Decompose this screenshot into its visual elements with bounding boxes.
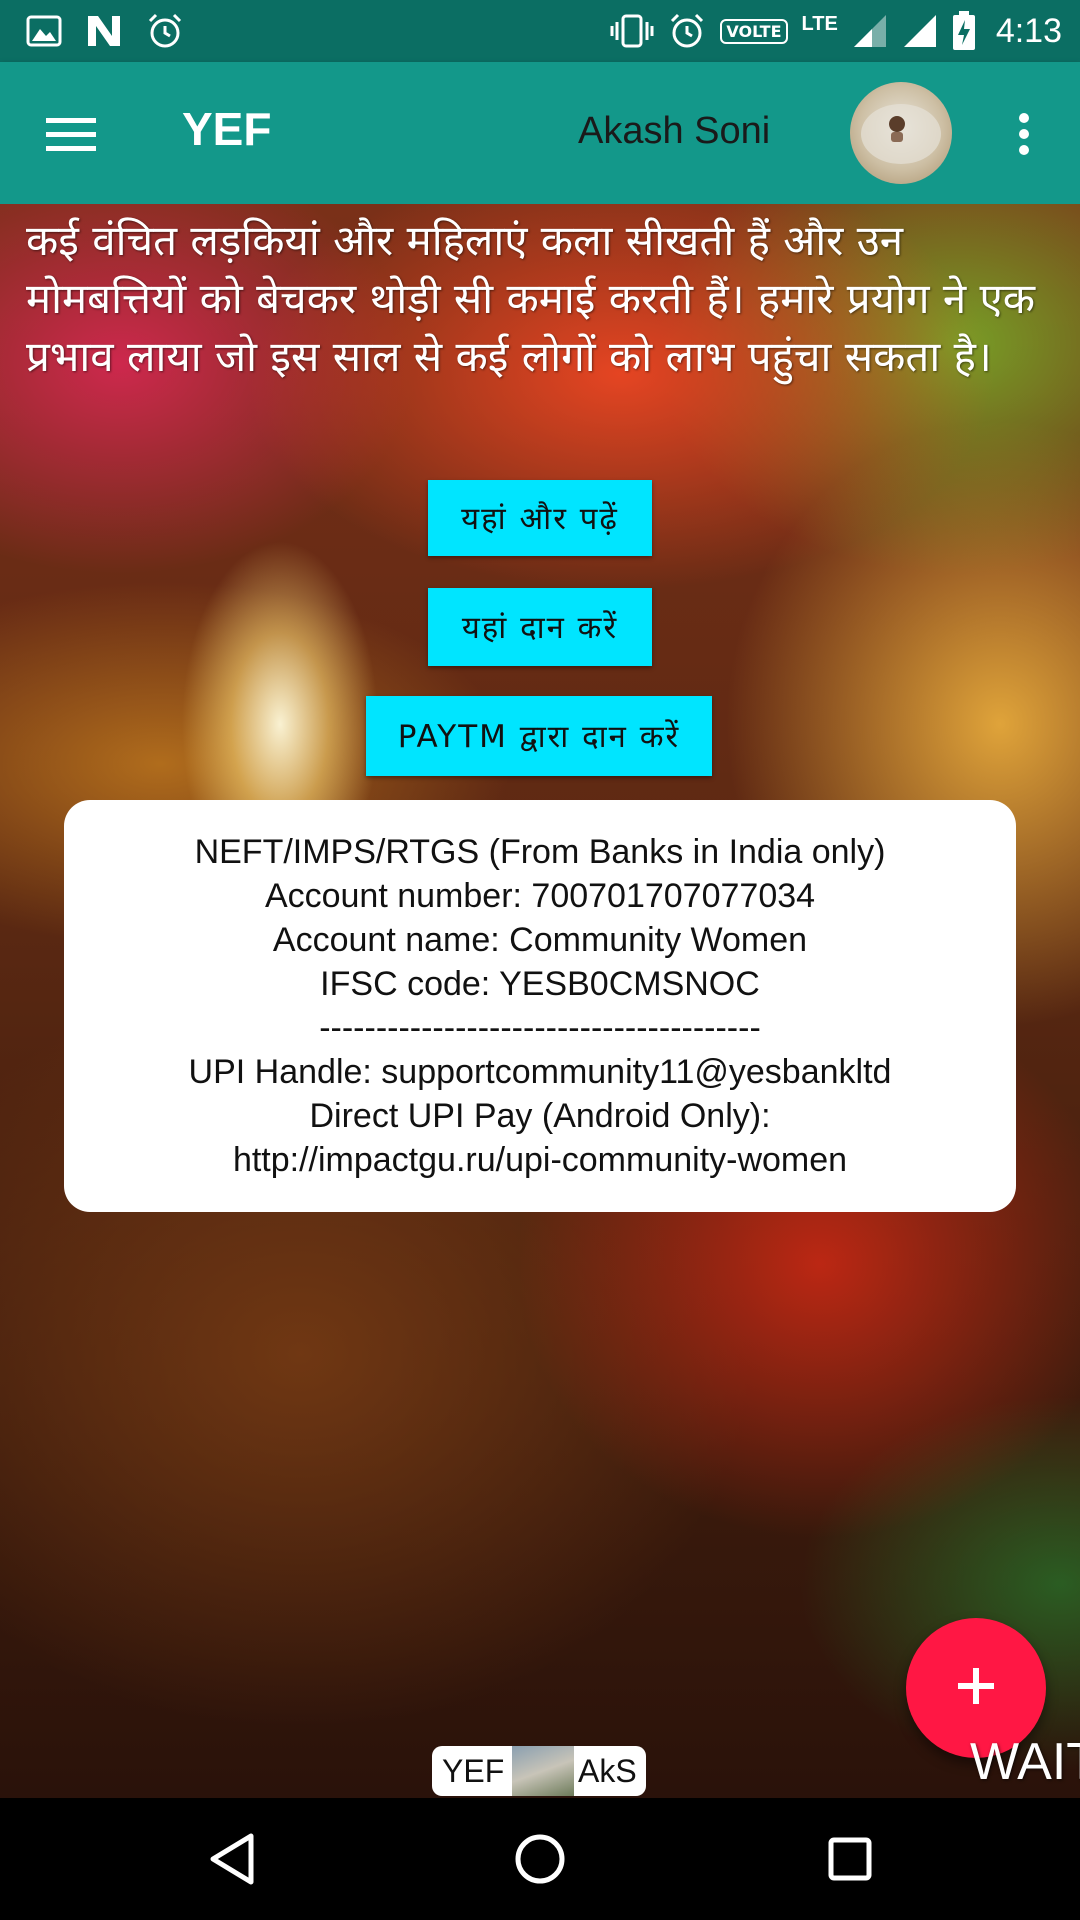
upi-pay-label: Direct UPI Pay (Android Only): [309, 1097, 771, 1135]
user-name[interactable]: Akash Soni [578, 110, 770, 153]
clock: 4:13 [995, 11, 1062, 50]
divider: --------------------------------------- [319, 1009, 761, 1047]
volte-badge: VOLTE [720, 18, 788, 44]
status-bar: VOLTE LTE 4:13 [0, 0, 1080, 62]
account-number: Account number: 700701707077034 [264, 877, 816, 915]
hamburger-menu-icon[interactable] [36, 106, 106, 162]
bank-info-line: NEFT/IMPS/RTGS (From Banks in India only… [194, 833, 886, 871]
description-text: कई वंचित लड़कियां और महिलाएं कला सीखती ह… [26, 216, 1036, 381]
vibrate-icon [610, 14, 654, 48]
n-app-icon [86, 14, 122, 48]
home-icon[interactable] [500, 1824, 580, 1894]
content-area[interactable]: कई वंचित लड़कियां और महिलाएं कला सीखती ह… [0, 204, 1080, 1798]
battery-charging-icon [952, 11, 976, 51]
image-icon [26, 15, 62, 47]
signal-icon [852, 13, 888, 49]
yef-aks-badge[interactable]: YEF AkS [432, 1746, 646, 1796]
app-title: YEF [182, 103, 272, 155]
badge-aks-label: AkS [578, 1752, 637, 1789]
avatar[interactable] [850, 82, 952, 184]
signal-icon [902, 13, 938, 49]
back-icon[interactable] [192, 1824, 272, 1894]
network-type: LTE [801, 12, 838, 35]
read-more-button[interactable]: यहां और पढ़ें [428, 480, 652, 556]
alarm-icon [146, 12, 184, 50]
app-bar: YEF Akash Soni [0, 62, 1080, 204]
badge-photo [512, 1746, 574, 1796]
ifsc-code: IFSC code: YESB0CMSNOC [320, 965, 760, 1003]
navigation-bar [0, 1798, 1080, 1920]
donate-button[interactable]: यहां दान करें [428, 588, 652, 666]
more-vert-icon[interactable] [1000, 100, 1048, 168]
recents-icon[interactable] [810, 1824, 890, 1894]
bank-info-card: NEFT/IMPS/RTGS (From Banks in India only… [64, 800, 1016, 1212]
upi-handle: UPI Handle: supportcommunity11@yesbanklt… [188, 1053, 892, 1091]
plus-icon [956, 1666, 996, 1710]
paytm-donate-button[interactable]: PAYTM द्वारा दान करें [366, 696, 712, 776]
upi-link[interactable]: http://impactgu.ru/upi-community-women [233, 1138, 847, 1182]
wait-text: WAIT [970, 1733, 1080, 1791]
alarm-icon [668, 12, 706, 50]
badge-yef-label: YEF [442, 1752, 505, 1789]
account-name: Account name: Community Women [272, 921, 808, 959]
